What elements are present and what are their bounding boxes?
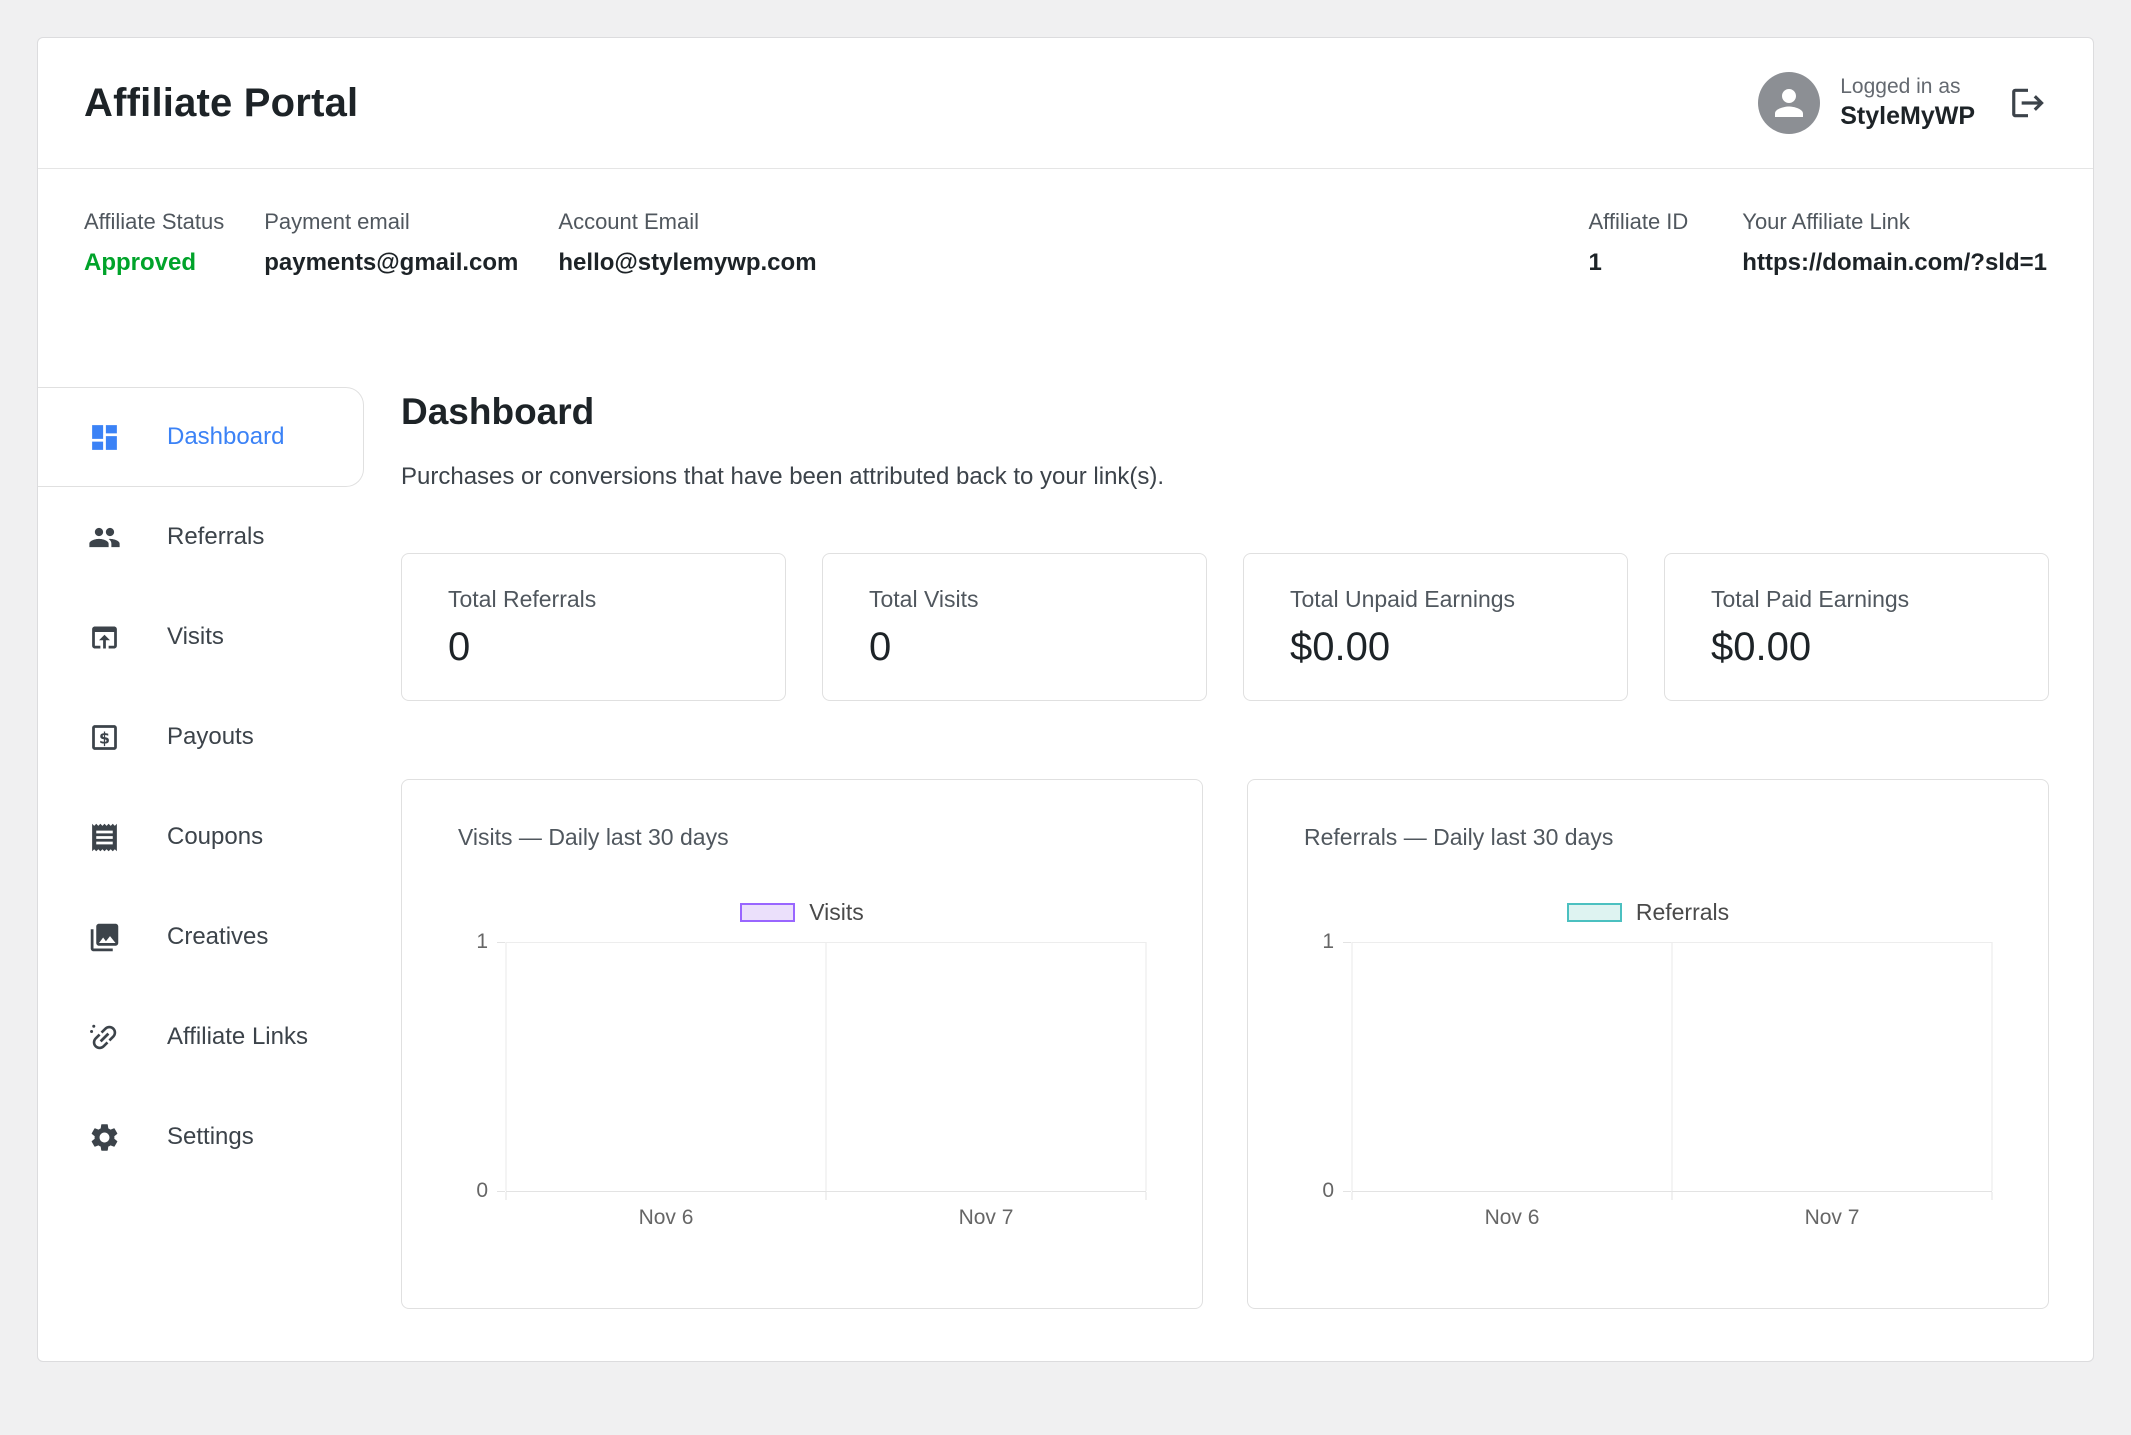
sidebar-item-label: Visits [167,623,224,651]
dashboard-icon [88,421,121,454]
sidebar-item-affiliate-links[interactable]: Affiliate Links [38,987,364,1087]
visits-icon [88,621,121,654]
stat-value: 0 [869,625,1160,670]
stat-label: Total Visits [869,586,1160,613]
avatar [1758,72,1820,134]
sidebar-item-coupons[interactable]: Coupons [38,787,364,887]
stat-value: 0 [448,625,739,670]
sidebar: Dashboard Referrals Visits $ Payouts [38,387,364,1187]
section-title: Dashboard [401,391,2049,433]
referrals-legend-swatch [1567,903,1622,922]
stat-value: $0.00 [1290,625,1581,670]
affiliate-link-label: Your Affiliate Link [1742,209,2047,235]
section-subtitle: Purchases or conversions that have been … [401,463,2049,491]
referrals-x-axis-labels: Nov 6Nov 7 [1352,1192,1992,1238]
sidebar-item-label: Referrals [167,523,264,551]
stat-card-total-paid-earnings: Total Paid Earnings $0.00 [1664,553,2049,701]
logged-in-as-label: Logged in as [1840,73,1975,100]
affiliate-id-value: 1 [1588,249,1688,277]
affiliate-links-icon [88,1021,121,1054]
account-email-label: Account Email [558,209,816,235]
chart-title: Referrals — Daily last 30 days [1304,824,1992,851]
affiliate-status-label: Affiliate Status [84,209,224,235]
sidebar-item-creatives[interactable]: Creatives [38,887,364,987]
user-area: Logged in as StyleMyWP [1758,72,2047,134]
referrals-plot-area: 01 Nov 6Nov 7 [1352,942,1992,1238]
account-email-field: Account Email hello@stylemywp.com [558,209,816,277]
affiliate-status-field: Affiliate Status Approved [84,209,224,277]
referrals-chart-card: Referrals — Daily last 30 days Referrals… [1247,779,2049,1309]
sidebar-item-dashboard[interactable]: Dashboard [38,387,364,487]
payment-email-field: Payment email payments@gmail.com [264,209,518,277]
logout-button[interactable] [2009,84,2047,122]
visits-plot: 01 [506,942,1146,1192]
charts-row: Visits — Daily last 30 days Visits 01 No… [401,779,2049,1309]
referrals-legend-label: Referrals [1636,899,1729,926]
stat-card-total-referrals: Total Referrals 0 [401,553,786,701]
sidebar-item-label: Creatives [167,923,268,951]
stat-card-total-unpaid-earnings: Total Unpaid Earnings $0.00 [1243,553,1628,701]
people-icon [88,521,121,554]
account-email-value: hello@stylemywp.com [558,249,816,277]
logout-icon [2009,84,2047,122]
stat-label: Total Paid Earnings [1711,586,2002,613]
creatives-icon [88,921,121,954]
person-avatar-icon [1768,82,1810,124]
sidebar-item-label: Payouts [167,723,254,751]
stat-label: Total Referrals [448,586,739,613]
settings-icon [88,1121,121,1154]
affiliate-id-field: Affiliate ID 1 [1588,209,1688,277]
stat-label: Total Unpaid Earnings [1290,586,1581,613]
sidebar-item-settings[interactable]: Settings [38,1087,364,1187]
sidebar-item-label: Dashboard [167,423,284,451]
affiliate-info-bar: Affiliate Status Approved Payment email … [38,169,2093,327]
visits-legend[interactable]: Visits [458,899,1146,926]
sidebar-item-label: Affiliate Links [167,1023,308,1051]
referrals-plot: 01 [1352,942,1992,1192]
svg-text:$: $ [99,728,110,747]
affiliate-status-value: Approved [84,249,224,277]
affiliate-link-value: https://domain.com/?sld=1 [1742,249,2047,277]
visits-x-axis-labels: Nov 6Nov 7 [506,1192,1146,1238]
visits-legend-swatch [740,903,795,922]
chart-title: Visits — Daily last 30 days [458,824,1146,851]
sidebar-item-payouts[interactable]: $ Payouts [38,687,364,787]
stat-card-total-visits: Total Visits 0 [822,553,1207,701]
username: StyleMyWP [1840,100,1975,133]
affiliate-portal-window: Affiliate Portal Logged in as StyleMyWP … [37,37,2094,1362]
header: Affiliate Portal Logged in as StyleMyWP [38,38,2093,169]
sidebar-item-referrals[interactable]: Referrals [38,487,364,587]
affiliate-id-label: Affiliate ID [1588,209,1688,235]
sidebar-item-label: Coupons [167,823,263,851]
main-content: Dashboard Purchases or conversions that … [364,387,2093,1309]
user-text: Logged in as StyleMyWP [1840,73,1975,133]
stats-row: Total Referrals 0 Total Visits 0 Total U… [401,553,2049,701]
payment-email-label: Payment email [264,209,518,235]
coupons-icon [88,821,121,854]
content-layout: Dashboard Referrals Visits $ Payouts [38,387,2093,1361]
page-title: Affiliate Portal [84,81,358,126]
visits-legend-label: Visits [809,899,864,926]
visits-plot-area: 01 Nov 6Nov 7 [506,942,1146,1238]
affiliate-link-field: Your Affiliate Link https://domain.com/?… [1742,209,2047,277]
sidebar-item-label: Settings [167,1123,254,1151]
visits-chart-card: Visits — Daily last 30 days Visits 01 No… [401,779,1203,1309]
sidebar-item-visits[interactable]: Visits [38,587,364,687]
payouts-icon: $ [88,721,121,754]
referrals-legend[interactable]: Referrals [1304,899,1992,926]
stat-value: $0.00 [1711,625,2002,670]
payment-email-value: payments@gmail.com [264,249,518,277]
